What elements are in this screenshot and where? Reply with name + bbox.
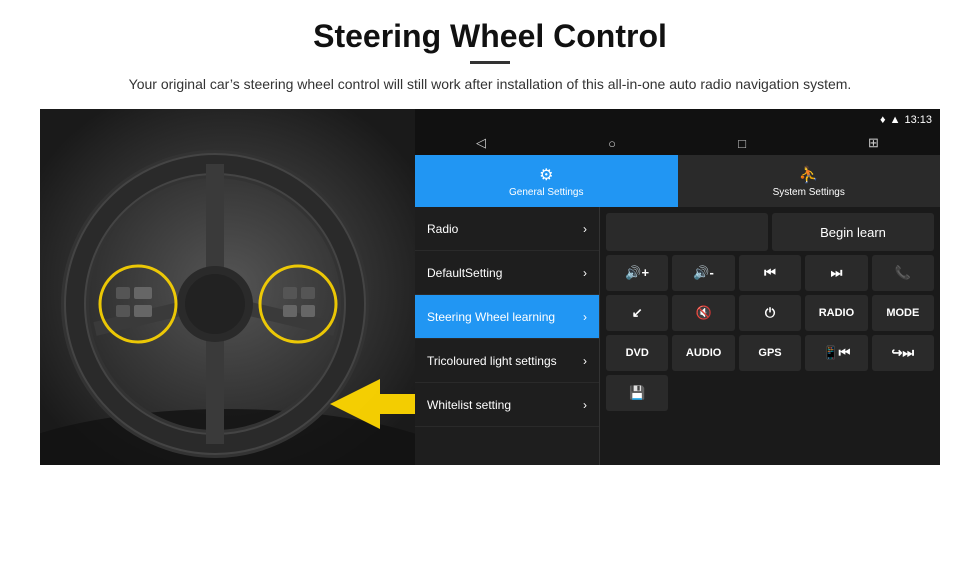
home-icon[interactable]: ○ — [608, 136, 616, 151]
menu-default-arrow: › — [583, 266, 587, 280]
android-ui: ♦ ▲ 13:13 ◁ ○ □ ⊞ ⚙ General Settings ⛹ — [415, 109, 940, 465]
icon-row-3: DVD AUDIO GPS 📱⏮ ↪⏭ — [606, 335, 934, 371]
icon-row-4: 💾 — [606, 375, 934, 411]
pickup-button[interactable]: ↙ — [606, 295, 668, 331]
gps-button[interactable]: GPS — [739, 335, 801, 371]
power-button[interactable]: ⏻ — [739, 295, 801, 331]
audio-button[interactable]: AUDIO — [672, 335, 734, 371]
menu-panel: Radio › DefaultSetting › Steering Wheel … — [415, 207, 600, 465]
time: 13:13 — [904, 114, 932, 126]
wifi-icon: ▲ — [890, 114, 901, 126]
menu-item-whitelist[interactable]: Whitelist setting › — [415, 383, 599, 427]
menu-item-tricoloured[interactable]: Tricoloured light settings › — [415, 339, 599, 383]
menu-item-steering-wheel[interactable]: Steering Wheel learning › — [415, 295, 599, 339]
empty-display-box — [606, 213, 768, 251]
menu-tricoloured-arrow: › — [583, 354, 587, 368]
steering-wheel-image — [40, 109, 415, 465]
menu-steering-arrow: › — [583, 310, 587, 324]
vol-up-button[interactable]: 🔊+ — [606, 255, 668, 291]
menu-tricoloured-label: Tricoloured light settings — [427, 354, 557, 368]
dvd-button[interactable]: DVD — [606, 335, 668, 371]
tab-general-settings[interactable]: ⚙ General Settings — [415, 155, 678, 207]
back-icon[interactable]: ◁ — [476, 135, 486, 151]
nav-bar: ◁ ○ □ ⊞ — [415, 131, 940, 155]
menu-radio-label: Radio — [427, 222, 458, 236]
status-icons: ♦ ▲ 13:13 — [880, 114, 932, 126]
mode-button[interactable]: MODE — [872, 295, 934, 331]
control-panel: Begin learn 🔊+ 🔊- ⏮ ⏭ 📞 ↙ — [600, 207, 940, 465]
vol-down-button[interactable]: 🔊- — [672, 255, 734, 291]
menu-whitelist-label: Whitelist setting — [427, 398, 511, 412]
mute-button[interactable]: 🔇 — [672, 295, 734, 331]
main-split: Radio › DefaultSetting › Steering Wheel … — [415, 207, 940, 465]
system-icon: ⛹ — [799, 165, 819, 185]
tab-general-label: General Settings — [509, 187, 584, 198]
tab-bar: ⚙ General Settings ⛹ System Settings — [415, 155, 940, 207]
media-button[interactable]: 💾 — [606, 375, 668, 411]
icon-grid: 🔊+ 🔊- ⏮ ⏭ 📞 ↙ 🔇 ⏻ RADIO MODE — [606, 255, 934, 411]
page-subtitle: Your original car’s steering wheel contr… — [40, 74, 940, 95]
tab-system-label: System Settings — [773, 187, 845, 198]
icon-row-2: ↙ 🔇 ⏻ RADIO MODE — [606, 295, 934, 331]
location-icon: ♦ — [880, 114, 886, 126]
radio-button[interactable]: RADIO — [805, 295, 867, 331]
menu-whitelist-arrow: › — [583, 398, 587, 412]
top-row: Begin learn — [606, 213, 934, 251]
page-title: Steering Wheel Control — [40, 18, 940, 55]
recent-icon[interactable]: □ — [738, 136, 746, 151]
tab-system-settings[interactable]: ⛹ System Settings — [678, 155, 941, 207]
prev-button[interactable]: ⏮ — [739, 255, 801, 291]
menu-default-label: DefaultSetting — [427, 266, 502, 280]
phone-button[interactable]: 📞 — [872, 255, 934, 291]
tel-prev-button[interactable]: 📱⏮ — [805, 335, 867, 371]
icon-row-1: 🔊+ 🔊- ⏮ ⏭ 📞 — [606, 255, 934, 291]
title-divider — [470, 61, 510, 64]
menu-steering-label: Steering Wheel learning — [427, 310, 555, 324]
begin-learn-button[interactable]: Begin learn — [772, 213, 934, 251]
menu-item-default-setting[interactable]: DefaultSetting › — [415, 251, 599, 295]
skip-button[interactable]: ↪⏭ — [872, 335, 934, 371]
menu-item-radio[interactable]: Radio › — [415, 207, 599, 251]
menu-radio-arrow: › — [583, 222, 587, 236]
gear-icon: ⚙ — [539, 165, 553, 185]
status-bar: ♦ ▲ 13:13 — [415, 109, 940, 131]
next-button[interactable]: ⏭ — [805, 255, 867, 291]
grid-icon[interactable]: ⊞ — [868, 135, 879, 151]
content-area: ♦ ▲ 13:13 ◁ ○ □ ⊞ ⚙ General Settings ⛹ — [40, 109, 940, 465]
